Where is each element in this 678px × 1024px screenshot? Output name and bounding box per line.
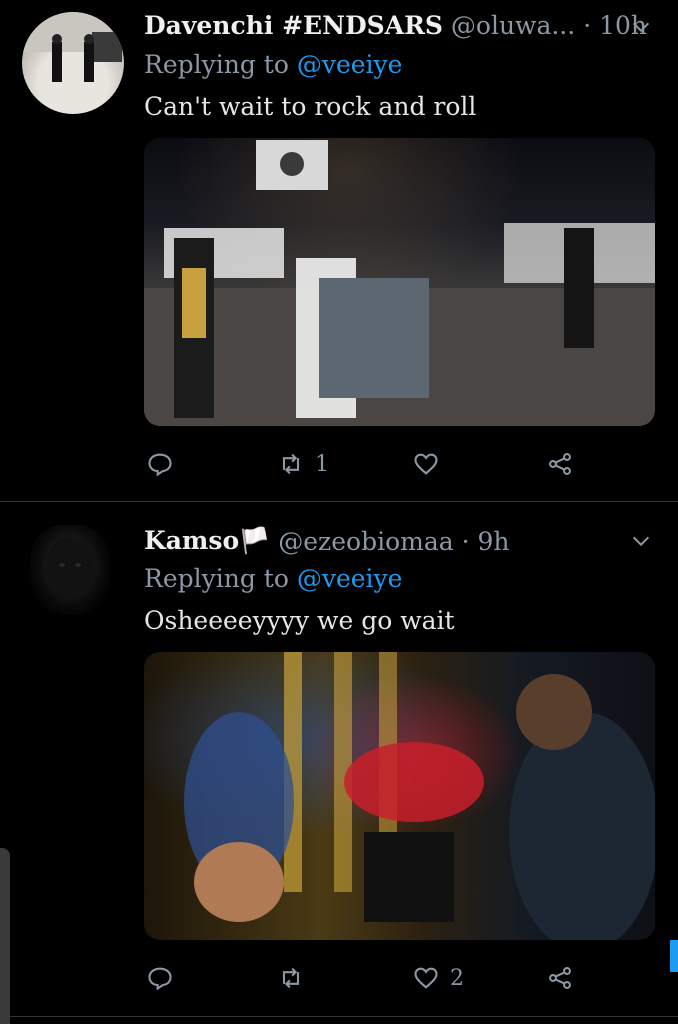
like-count: 2 (450, 965, 464, 991)
reply-button[interactable] (146, 446, 184, 482)
reply-mention-link[interactable]: @veeiye (297, 50, 403, 79)
media-scene (144, 140, 655, 426)
user-handle[interactable]: @ezeobiomaa · 9h (278, 527, 509, 556)
avatar-image (46, 537, 94, 597)
share-button[interactable] (546, 446, 574, 482)
like-button[interactable]: 2 (412, 960, 464, 996)
reply-icon (148, 967, 172, 991)
retweet-icon (282, 967, 300, 989)
tweet[interactable]: Davenchi #ENDSARS @oluwa... · 10h Replyi… (0, 0, 678, 500)
avatar[interactable] (30, 525, 110, 615)
replying-to: Replying to @veeiye (144, 564, 402, 593)
tweet-actions: 2 (144, 960, 655, 996)
tweet-header: Davenchi #ENDSARS @oluwa... · 10h (144, 8, 647, 42)
display-name[interactable]: Kamso🏳️ (144, 526, 270, 556)
tweet-actions: 1 (144, 446, 655, 482)
like-button[interactable] (412, 446, 450, 482)
replying-prefix: Replying to (144, 564, 289, 593)
media-scene (184, 652, 655, 940)
chevron-down-icon[interactable] (630, 16, 652, 38)
like-icon (414, 967, 438, 989)
share-icon (549, 967, 571, 989)
replying-prefix: Replying to (144, 50, 289, 79)
retweet-icon (282, 453, 300, 475)
tweet-media-image[interactable] (144, 652, 655, 940)
retweet-button[interactable] (277, 960, 315, 996)
display-name[interactable]: Davenchi #ENDSARS (144, 11, 443, 40)
compose-edge-indicator[interactable] (670, 940, 678, 972)
tweet-text: Can't wait to rock and roll (144, 92, 477, 121)
reply-icon (148, 453, 172, 477)
tweet-divider (0, 1016, 678, 1017)
tweet-media-image[interactable] (144, 138, 655, 426)
tweet-divider (0, 501, 678, 502)
avatar[interactable] (22, 12, 124, 114)
share-icon (549, 453, 571, 475)
tweet-header: Kamso🏳️ @ezeobiomaa · 9h (144, 524, 510, 558)
chevron-down-icon[interactable] (630, 530, 652, 552)
retweet-button[interactable]: 1 (277, 446, 329, 482)
scroll-edge-handle[interactable] (0, 848, 10, 1024)
share-button[interactable] (546, 960, 574, 996)
avatar-image (22, 12, 124, 82)
reply-button[interactable] (146, 960, 184, 996)
tweet-text: Osheeeeyyyy we go wait (144, 606, 455, 635)
like-icon (414, 453, 438, 475)
replying-to: Replying to @veeiye (144, 50, 402, 79)
user-handle[interactable]: @oluwa... (451, 11, 575, 40)
retweet-count: 1 (315, 451, 329, 477)
reply-mention-link[interactable]: @veeiye (297, 564, 403, 593)
